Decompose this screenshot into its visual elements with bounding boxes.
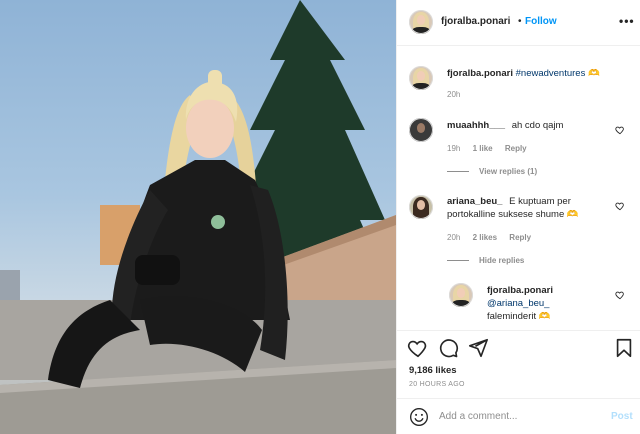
reply-text: faleminderit 🫶 [487,311,551,322]
author-avatar[interactable] [409,10,433,34]
caption-time: 20h [447,90,461,99]
post-time[interactable]: 20 HOURS AGO [409,381,465,388]
comment-text: ah cdo qajm [511,120,564,131]
post-photo-illustration [0,0,396,434]
author-username[interactable]: fjoralba.ponari [441,16,510,27]
comment-time: 19h [447,144,461,153]
person [48,70,290,388]
follow-button[interactable]: Follow [525,16,557,27]
post-side-panel: fjoralba.ponari • Follow ••• fjoralba.po… [396,0,640,434]
comment-likes[interactable]: 2 likes [473,233,497,242]
view-replies-label: View replies (1) [479,167,538,176]
caption-meta: 20h [447,90,470,99]
reply-button[interactable]: Reply [505,144,527,153]
comment: ariana_beu_ E kuptuam per portokalline s… [447,195,612,221]
comment-like-icon[interactable] [615,201,625,211]
comment-username[interactable]: muaahhh___ [447,120,505,131]
comment-like-icon[interactable] [615,125,625,135]
reply-like-icon[interactable] [615,290,625,300]
bookmark-icon[interactable] [613,337,635,359]
comment-text-line2: portokalline suksese shume 🫶 [447,209,579,220]
likes-count[interactable]: 9,186 likes [409,365,457,376]
reply-username[interactable]: fjoralba.ponari [487,285,553,296]
post-photo[interactable] [0,0,396,434]
comment-time: 20h [447,233,461,242]
hide-replies-label: Hide replies [479,256,525,265]
post-comment-button[interactable]: Post [611,411,633,422]
comment-text-line1: E kuptuam per [509,196,571,207]
hide-replies-button[interactable]: Hide replies [447,256,524,265]
view-replies-button[interactable]: View replies (1) [447,167,537,176]
pin-badge [211,215,225,229]
reply-avatar[interactable] [449,283,473,307]
comment-avatar[interactable] [409,118,433,142]
caption: fjoralba.ponari #newadventures 🫶 [447,67,627,80]
add-comment-bar: Add a comment... Post [397,398,640,434]
comment-likes[interactable]: 1 like [473,144,493,153]
heart-icon[interactable] [407,337,429,359]
comment-input[interactable]: Add a comment... [439,411,517,422]
comment-icon[interactable] [437,337,459,359]
comment-meta: 19h 1 like Reply [447,144,537,153]
comment-username[interactable]: ariana_beu_ [447,196,502,207]
reply-mention[interactable]: @ariana_beu_ [487,298,549,309]
more-options-icon[interactable]: ••• [619,14,635,28]
comment-avatar[interactable] [409,195,433,219]
reply-comment: fjoralba.ponari @ariana_beu_ faleminderi… [487,284,607,323]
post-header: fjoralba.ponari • Follow ••• [397,0,640,46]
reply-button[interactable]: Reply [509,233,531,242]
follow-separator: • [518,16,522,27]
caption-text[interactable]: #newadventures 🫶 [516,68,600,79]
share-icon[interactable] [467,337,489,359]
caption-username[interactable]: fjoralba.ponari [447,68,513,79]
comments-list[interactable]: fjoralba.ponari #newadventures 🫶 20h mua… [397,47,640,330]
comment-meta: 20h 2 likes Reply [447,233,541,242]
post-actions: 9,186 likes 20 HOURS AGO [397,330,640,392]
caption-avatar[interactable] [409,66,433,90]
comment: muaahhh___ ah cdo qajm [447,119,607,132]
emoji-icon[interactable] [409,407,429,427]
